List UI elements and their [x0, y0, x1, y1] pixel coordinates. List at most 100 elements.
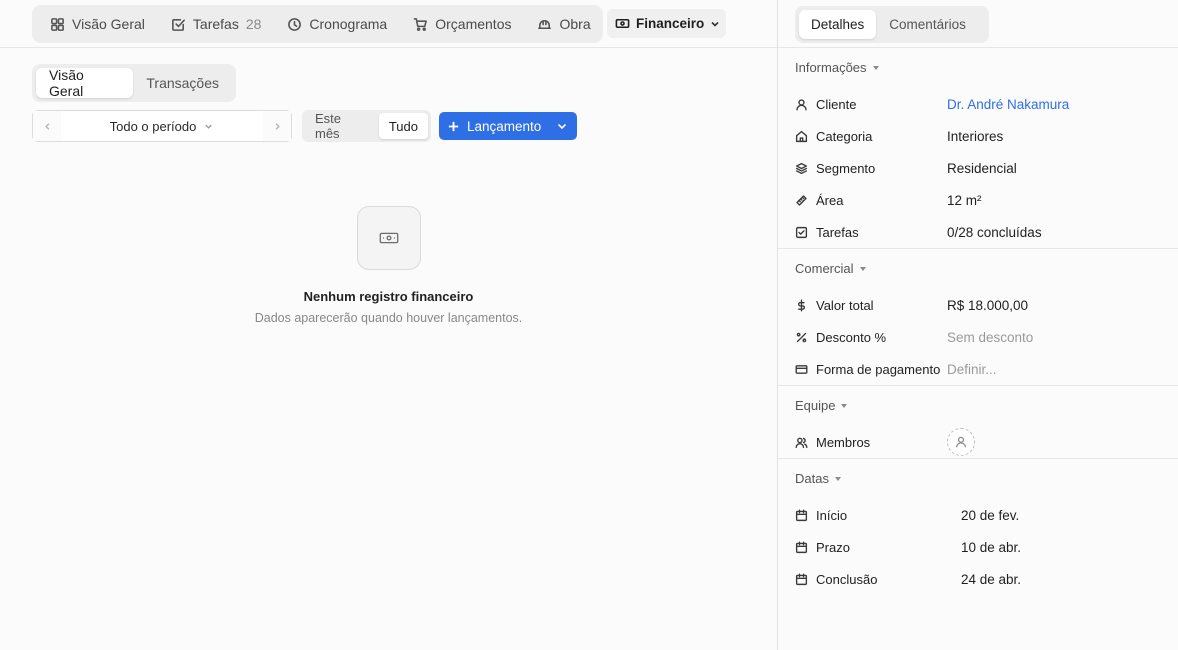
details-tab-bar: Detalhes Comentários	[778, 0, 1178, 48]
money-icon	[378, 227, 400, 249]
main-panel: Visão Geral Tarefas 28 Cronograma Orçame…	[0, 0, 777, 650]
field-segmento: Segmento Residencial	[795, 157, 1165, 179]
tab-visao-geral[interactable]: Visão Geral	[41, 9, 154, 39]
date-value[interactable]: 10 de abr.	[947, 540, 1021, 555]
period-label: Todo o período	[109, 118, 197, 134]
home-icon	[795, 130, 811, 143]
money-icon	[615, 16, 630, 31]
section-comercial-header[interactable]: Comercial	[795, 261, 866, 276]
dollar-icon	[795, 299, 811, 312]
prev-period-button[interactable]	[33, 111, 61, 141]
field-value[interactable]: R$ 18.000,00	[947, 298, 1028, 313]
field-cliente: Cliente Dr. André Nakamura	[795, 93, 1165, 115]
tab-detalhes[interactable]: Detalhes	[799, 10, 877, 39]
field-value[interactable]: Residencial	[947, 161, 1017, 176]
user-icon	[795, 98, 811, 111]
plus-icon	[447, 120, 460, 133]
add-launch-button[interactable]: Lançamento	[439, 112, 577, 140]
field-label: Desconto %	[816, 329, 887, 345]
section-divider	[778, 248, 1178, 249]
field-label: Tarefas	[816, 224, 859, 240]
field-value[interactable]: 12 m²	[947, 193, 982, 208]
field-label: Conclusão	[816, 571, 878, 587]
client-link[interactable]: Dr. André Nakamura	[947, 97, 1069, 112]
finance-subtabs: Visão Geral Transações	[32, 64, 236, 102]
empty-state-subtitle: Dados aparecerão quando houver lançament…	[254, 311, 523, 325]
period-dropdown[interactable]: Todo o período	[61, 111, 263, 141]
project-tab-group: Visão Geral Tarefas 28 Cronograma Orçame…	[32, 5, 603, 43]
tab-comentarios[interactable]: Comentários	[877, 10, 978, 39]
field-label: Forma de pagamento	[816, 361, 941, 377]
tab-label: Financeiro	[636, 16, 705, 31]
details-sidebar: Detalhes Comentários Informações Cliente…	[777, 0, 1178, 650]
range-este-mes[interactable]: Este mês	[305, 111, 375, 141]
caret-down-icon	[872, 65, 879, 70]
field-inicio: Início 20 de fev.	[795, 504, 1165, 526]
date-value[interactable]: 20 de fev.	[947, 508, 1019, 523]
field-label: Valor total	[816, 297, 874, 313]
tab-label: Tarefas	[192, 16, 239, 32]
section-divider	[778, 385, 1178, 386]
helmet-icon	[537, 17, 552, 32]
empty-state-title: Nenhum registro financeiro	[303, 289, 474, 304]
section-title: Comercial	[795, 261, 854, 276]
section-informacoes-header[interactable]: Informações	[795, 60, 879, 75]
grid-icon	[50, 17, 65, 32]
caret-down-icon	[834, 476, 841, 481]
project-nav-bar: Visão Geral Tarefas 28 Cronograma Orçame…	[0, 0, 777, 48]
range-toggle: Este mês Tudo	[302, 110, 431, 142]
field-label: Cliente	[816, 96, 857, 112]
users-icon	[795, 436, 811, 449]
field-value[interactable]: Interiores	[947, 129, 1003, 144]
cart-icon	[413, 17, 428, 32]
chevron-down-icon	[203, 121, 214, 132]
range-tudo[interactable]: Tudo	[378, 113, 428, 139]
task-count-badge: 28	[245, 16, 262, 32]
section-title: Equipe	[795, 398, 836, 413]
field-label: Segmento	[816, 160, 876, 176]
field-label: Início	[816, 507, 848, 523]
date-value[interactable]: 24 de abr.	[947, 572, 1021, 587]
field-value: 0/28 concluídas	[947, 224, 1042, 240]
empty-state-icon-box	[357, 206, 421, 270]
section-datas-header[interactable]: Datas	[795, 471, 841, 486]
check-square-icon	[171, 17, 186, 32]
field-label: Área	[816, 192, 844, 208]
next-period-button[interactable]	[263, 111, 291, 141]
tab-tarefas[interactable]: Tarefas 28	[162, 9, 271, 39]
caret-down-icon	[859, 266, 866, 271]
caret-down-icon	[841, 403, 848, 408]
field-value[interactable]: Sem desconto	[947, 330, 1033, 345]
subtab-visao-geral[interactable]: Visão Geral	[36, 67, 134, 99]
calendar-icon	[795, 541, 811, 554]
launch-label: Lançamento	[467, 118, 542, 134]
section-title: Informações	[795, 60, 867, 75]
tab-label: Orçamentos	[435, 16, 512, 32]
subtab-transacoes[interactable]: Transações	[133, 68, 232, 98]
calendar-icon	[795, 509, 811, 522]
add-member-avatar[interactable]	[947, 428, 975, 456]
chevron-down-icon[interactable]	[556, 120, 568, 132]
tab-orcamentos[interactable]: Orçamentos	[404, 9, 520, 39]
field-label: Categoria	[816, 128, 873, 144]
check-square-icon	[795, 226, 811, 239]
field-value[interactable]: Definir...	[947, 362, 997, 377]
tab-cronograma[interactable]: Cronograma	[278, 9, 396, 39]
chevron-down-icon	[709, 18, 721, 30]
section-title: Datas	[795, 471, 829, 486]
section-equipe-header[interactable]: Equipe	[795, 398, 848, 413]
credit-card-icon	[795, 363, 811, 376]
section-divider	[778, 458, 1178, 459]
field-label: Membros	[816, 434, 871, 450]
field-area: Área 12 m²	[795, 189, 1165, 211]
field-desconto: Desconto % Sem desconto	[795, 326, 1165, 348]
field-forma-pagamento: Forma de pagamento Definir...	[795, 358, 1165, 380]
field-prazo: Prazo 10 de abr.	[795, 536, 1165, 558]
tab-label: Obra	[559, 16, 591, 32]
percent-icon	[795, 331, 811, 344]
tab-financeiro[interactable]: Financeiro	[607, 9, 726, 38]
tab-label: Cronograma	[309, 16, 388, 32]
tab-label: Visão Geral	[72, 16, 145, 32]
tab-obra[interactable]: Obra	[528, 9, 599, 39]
layers-icon	[795, 162, 811, 175]
